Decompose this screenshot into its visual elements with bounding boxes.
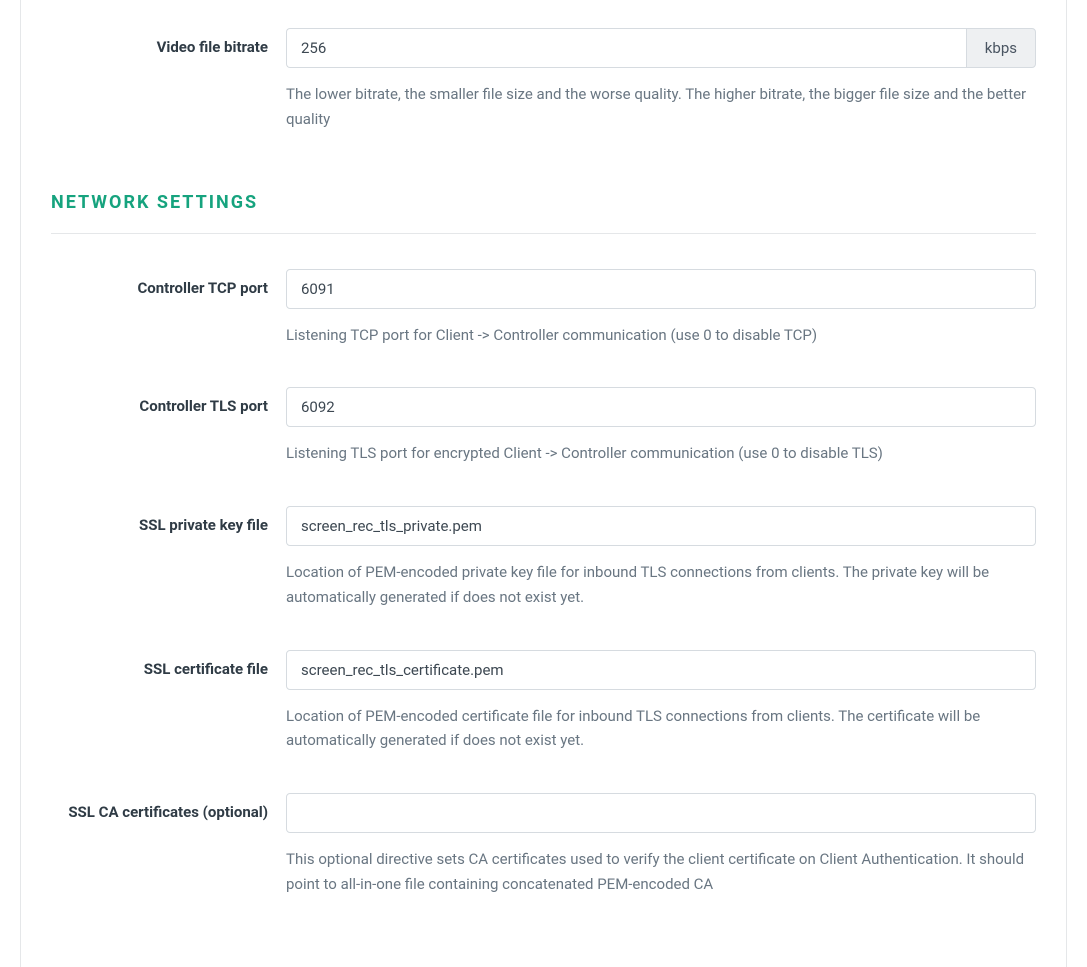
ssl-certificate-input[interactable]	[286, 650, 1036, 690]
ssl-ca-certs-input[interactable]	[286, 793, 1036, 833]
controller-tls-port-row: Controller TLS port Listening TLS port f…	[51, 387, 1036, 466]
controller-tls-port-help: Listening TLS port for encrypted Client …	[286, 441, 1036, 466]
ssl-certificate-label: SSL certificate file	[51, 650, 286, 754]
video-bitrate-help: The lower bitrate, the smaller file size…	[286, 82, 1036, 132]
network-settings-header: NETWORK SETTINGS	[51, 192, 1036, 213]
ssl-ca-certs-help: This optional directive sets CA certific…	[286, 847, 1036, 897]
controller-tls-port-input[interactable]	[286, 387, 1036, 427]
video-bitrate-suffix: kbps	[966, 28, 1036, 68]
ssl-private-key-row: SSL private key file Location of PEM-enc…	[51, 506, 1036, 610]
controller-tcp-port-input[interactable]	[286, 269, 1036, 309]
ssl-ca-certs-row: SSL CA certificates (optional) This opti…	[51, 793, 1036, 897]
ssl-private-key-help: Location of PEM-encoded private key file…	[286, 560, 1036, 610]
section-divider	[51, 233, 1036, 234]
controller-tcp-port-label: Controller TCP port	[51, 269, 286, 348]
ssl-certificate-help: Location of PEM-encoded certificate file…	[286, 704, 1036, 754]
video-bitrate-input-group: kbps	[286, 28, 1036, 68]
controller-tls-port-label: Controller TLS port	[51, 387, 286, 466]
controller-tcp-port-help: Listening TCP port for Client -> Control…	[286, 323, 1036, 348]
ssl-private-key-input[interactable]	[286, 506, 1036, 546]
video-bitrate-row: Video file bitrate kbps The lower bitrat…	[51, 0, 1036, 132]
ssl-certificate-row: SSL certificate file Location of PEM-enc…	[51, 650, 1036, 754]
controller-tcp-port-row: Controller TCP port Listening TCP port f…	[51, 269, 1036, 348]
ssl-ca-certs-label: SSL CA certificates (optional)	[51, 793, 286, 897]
video-bitrate-label: Video file bitrate	[51, 28, 286, 132]
video-bitrate-input[interactable]	[286, 28, 966, 68]
ssl-private-key-label: SSL private key file	[51, 506, 286, 610]
